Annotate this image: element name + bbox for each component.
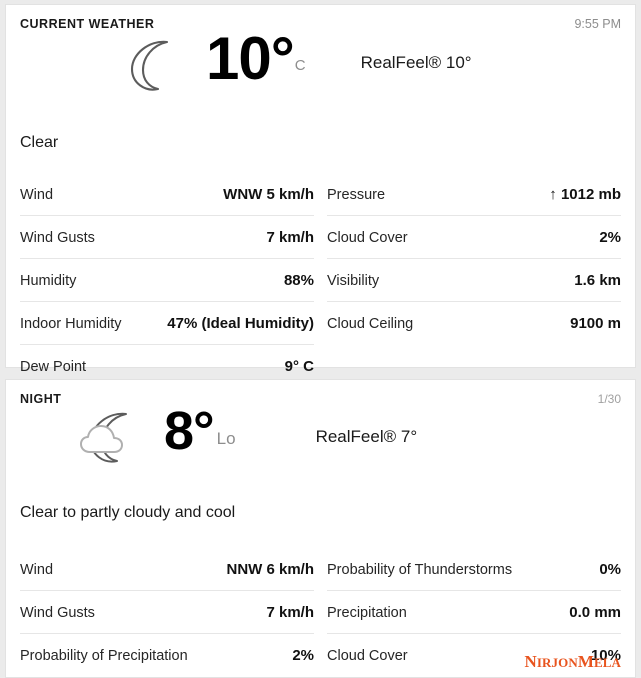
current-temperature-unit: C bbox=[294, 57, 306, 75]
table-row: Indoor Humidity 47% (Ideal Humidity) bbox=[20, 300, 314, 344]
table-row: Wind NNW 6 km/h bbox=[20, 548, 314, 590]
watermark-m: M bbox=[577, 652, 594, 671]
row-value: 47% (Ideal Humidity) bbox=[167, 314, 314, 332]
row-value: 2% bbox=[292, 646, 314, 664]
table-row: Pressure ↑ 1012 mb bbox=[327, 173, 621, 215]
watermark-irjon: IRJON bbox=[536, 655, 578, 670]
row-value: 9100 m bbox=[570, 314, 621, 332]
row-value: ↑ 1012 mb bbox=[549, 185, 621, 203]
night-temperature-unit: Lo bbox=[216, 429, 236, 449]
table-row: Cloud Ceiling 9100 m bbox=[327, 300, 621, 344]
row-label: Pressure bbox=[327, 186, 386, 203]
table-row: Precipitation 0.0 mm bbox=[327, 589, 621, 633]
watermark-ela: ELA bbox=[593, 655, 621, 670]
current-temperature-value: 10 bbox=[206, 24, 272, 92]
row-value: 9° C bbox=[284, 357, 314, 375]
night-temperature: 8 ° Lo bbox=[164, 400, 236, 461]
row-value: 88% bbox=[283, 271, 314, 289]
row-value: 2% bbox=[599, 228, 621, 246]
table-row: Cloud Cover 2% bbox=[327, 214, 621, 258]
night-forecast-hero: 8 ° Lo RealFeel® 7° bbox=[20, 402, 621, 480]
row-value: 1.6 km bbox=[574, 271, 621, 289]
current-weather-hero: 10 ° C RealFeel® 10° bbox=[20, 25, 621, 109]
row-value: 0.0 mm bbox=[569, 603, 621, 621]
table-row: Probability of Precipitation 2% bbox=[20, 632, 314, 676]
current-details-left-column: Wind WNW 5 km/h Wind Gusts 7 km/h Humidi… bbox=[20, 173, 314, 387]
table-row: Wind Gusts 7 km/h bbox=[20, 589, 314, 633]
table-row: Probability of Thunderstorms 0% bbox=[327, 548, 621, 590]
row-label: Cloud Cover bbox=[327, 647, 408, 664]
row-label: Wind bbox=[20, 561, 54, 578]
row-label: Probability of Thunderstorms bbox=[327, 561, 513, 578]
current-weather-details: Wind WNW 5 km/h Wind Gusts 7 km/h Humidi… bbox=[20, 173, 621, 387]
current-temperature-degree: ° bbox=[270, 24, 295, 92]
row-value: 7 km/h bbox=[266, 228, 314, 246]
current-temperature: 10 ° C bbox=[206, 24, 306, 92]
current-weather-phrase: Clear bbox=[20, 133, 59, 151]
row-label: Cloud Cover bbox=[327, 229, 408, 246]
table-row: Wind WNW 5 km/h bbox=[20, 173, 314, 215]
night-temperature-value: 8 bbox=[164, 400, 194, 461]
row-label: Wind bbox=[20, 186, 54, 203]
row-value: NNW 6 km/h bbox=[226, 560, 314, 578]
row-label: Precipitation bbox=[327, 604, 407, 621]
row-value: 0% bbox=[599, 560, 621, 578]
night-realfeel: RealFeel® 7° bbox=[315, 426, 418, 446]
nirjonmela-watermark-logo: NIRJONMELA bbox=[524, 653, 621, 670]
table-row: Visibility 1.6 km bbox=[327, 257, 621, 301]
row-label: Wind Gusts bbox=[20, 229, 95, 246]
moon-with-cloud-icon bbox=[68, 402, 160, 476]
weather-page: CURRENT WEATHER 9:55 PM 10 ° C RealFeel®… bbox=[0, 0, 641, 678]
row-label: Dew Point bbox=[20, 358, 87, 375]
night-forecast-phrase: Clear to partly cloudy and cool bbox=[20, 503, 236, 521]
row-label: Humidity bbox=[20, 272, 77, 289]
night-details-left-column: Wind NNW 6 km/h Wind Gusts 7 km/h Probab… bbox=[20, 548, 314, 676]
watermark-n: N bbox=[524, 652, 537, 671]
current-weather-card: CURRENT WEATHER 9:55 PM 10 ° C RealFeel®… bbox=[5, 4, 636, 375]
night-forecast-card: NIGHT 1/30 8 ° Lo RealFeel® 7° Clear to … bbox=[5, 379, 636, 678]
table-row: Wind Gusts 7 km/h bbox=[20, 214, 314, 258]
row-value: 7 km/h bbox=[266, 603, 314, 621]
current-details-right-column: Pressure ↑ 1012 mb Cloud Cover 2% Visibi… bbox=[327, 173, 621, 387]
row-label: Visibility bbox=[327, 272, 380, 289]
current-realfeel: RealFeel® 10° bbox=[360, 52, 472, 72]
row-label: Cloud Ceiling bbox=[327, 315, 414, 332]
night-temperature-degree: ° bbox=[193, 400, 215, 461]
row-label: Probability of Precipitation bbox=[20, 647, 188, 664]
row-label: Wind Gusts bbox=[20, 604, 95, 621]
table-row: Humidity 88% bbox=[20, 257, 314, 301]
crescent-moon-icon bbox=[110, 25, 198, 105]
row-value: WNW 5 km/h bbox=[223, 185, 314, 203]
row-label: Indoor Humidity bbox=[20, 315, 122, 332]
